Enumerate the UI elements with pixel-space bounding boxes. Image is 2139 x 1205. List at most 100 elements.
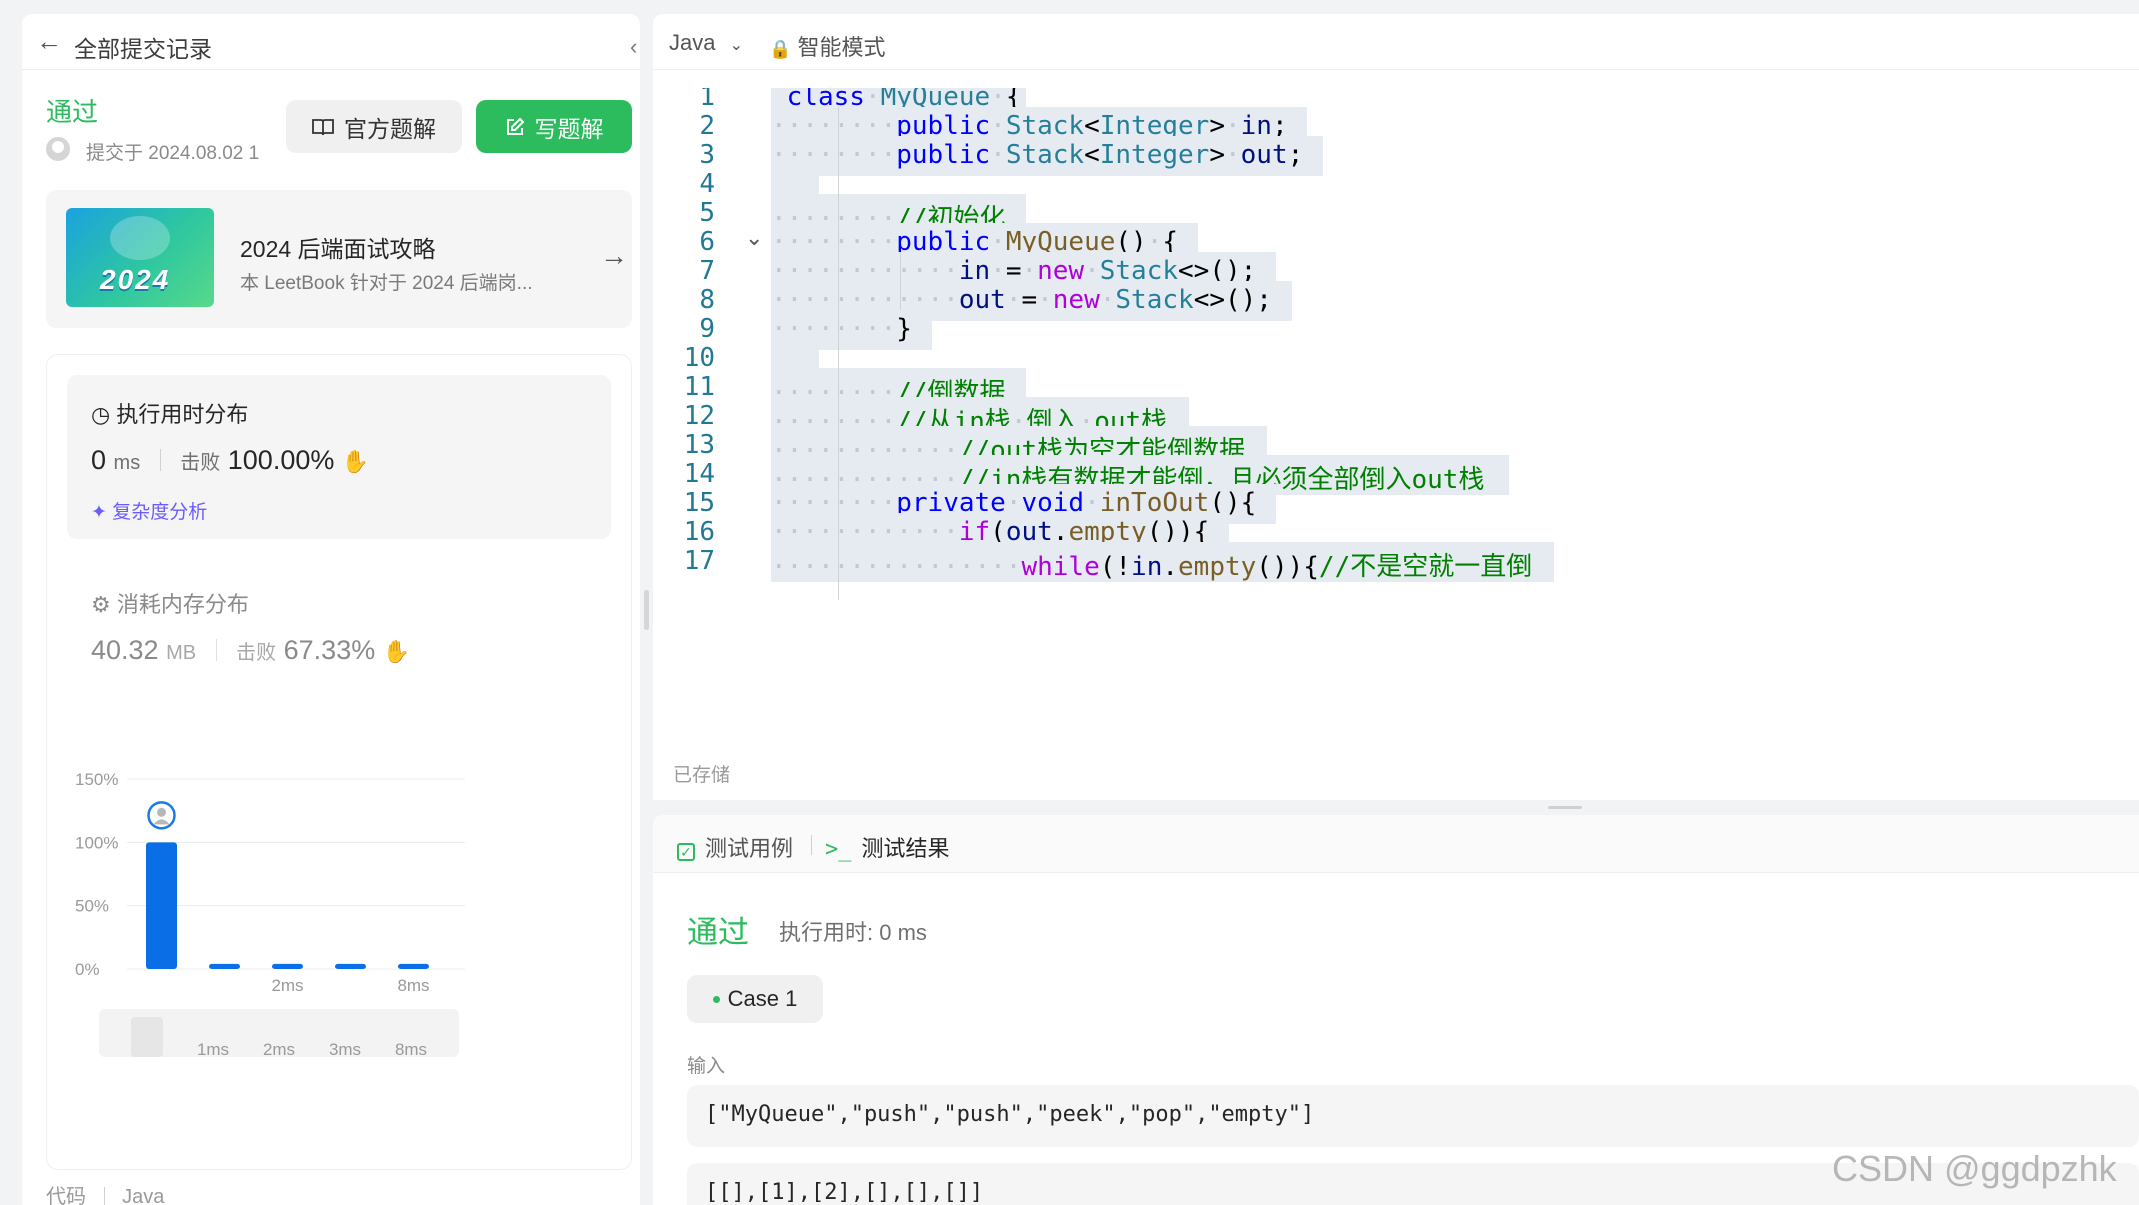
chart-bar <box>335 963 366 969</box>
tab-test-results[interactable]: >_ 测试结果 <box>825 831 950 863</box>
official-solution-label: 官方题解 <box>344 115 436 142</box>
code-label: 代码 <box>46 1186 86 1205</box>
result-tabs: ✓ 测试用例 >_ 测试结果 <box>653 815 2139 873</box>
tab-test-results-label: 测试结果 <box>861 836 950 861</box>
code-area[interactable]: 1 class·MyQueue·{2 ········public·Stack<I… <box>653 88 2139 742</box>
official-solution-button[interactable]: 官方题解 <box>286 100 462 153</box>
clap-icon: ✋ <box>341 449 370 474</box>
watermark: CSDN @ggdpzhk <box>1832 1148 2117 1189</box>
overview-tick-label: 2ms <box>263 1040 295 1059</box>
avatar <box>46 137 70 161</box>
avatar-head <box>157 807 166 817</box>
chart-bar <box>209 963 240 969</box>
indent-guide <box>900 252 902 310</box>
runtime-beat-label: 击败 <box>180 452 221 474</box>
code-line[interactable]: 17 ················while(!in.empty()){//不… <box>653 542 2139 582</box>
result-runtime: 执行用时: 0 ms <box>779 920 927 945</box>
clap-icon: ✋ <box>382 639 411 664</box>
test-result-panel: ✓ 测试用例 >_ 测试结果 通过 执行用时: 0 ms Case 1 输入 ["M… <box>653 815 2139 1205</box>
x-tick-label: 8ms <box>397 976 429 995</box>
code-lang-label: Java <box>122 1186 165 1205</box>
write-solution-button[interactable]: 写题解 <box>476 100 632 153</box>
code-editor-panel: Java ⌄ 🔒 智能模式 1 class·MyQueue·{2 ········… <box>653 14 2139 800</box>
fold-chevron-icon[interactable]: ⌄ <box>745 225 763 251</box>
smart-mode-toggle[interactable]: 🔒 智能模式 <box>769 30 886 62</box>
complexity-label: 复杂度分析 <box>112 502 208 523</box>
runtime-distribution[interactable]: ◷ 执行用时分布 0 ms 击败 100.00% ✋ ✦ 复杂度分析 <box>67 375 611 539</box>
case-tab-1[interactable]: Case 1 <box>687 975 823 1023</box>
lock-icon: 🔒 <box>769 39 792 59</box>
horizontal-resize-handle[interactable] <box>1548 806 1582 809</box>
editor-toolbar: Java ⌄ 🔒 智能模式 <box>653 14 2139 70</box>
chart-bar <box>398 963 429 969</box>
chevron-down-icon: ⌄ <box>729 37 744 54</box>
input-value-line-2: [[],[1],[2],[],[],[]] <box>705 1180 984 1205</box>
tab-test-cases-label: 测试用例 <box>705 836 794 861</box>
memory-beat-pct: 67.33% <box>283 635 376 665</box>
memory-number: 40.32 <box>91 635 159 665</box>
submission-status: 通过 <box>46 97 99 127</box>
clock-icon: ◷ <box>91 402 111 427</box>
input-label: 输入 <box>687 1056 726 1077</box>
runtime-beat-pct: 100.00% <box>227 445 335 475</box>
complexity-analysis-link[interactable]: ✦ 复杂度分析 <box>91 497 207 524</box>
input-value-box: ["MyQueue","push","push","peek","pop","e… <box>687 1085 2139 1147</box>
sparkle-icon: ✦ <box>91 502 107 523</box>
memory-unit: MB <box>166 642 197 664</box>
tab-test-cases[interactable]: ✓ 测试用例 <box>677 831 793 863</box>
terminal-icon: >_ <box>825 837 852 862</box>
code-text: ················while(!in.empty()){//不是空… <box>771 552 1533 582</box>
pass-dot-icon <box>712 995 720 1003</box>
y-tick-label: 100% <box>75 833 118 852</box>
input-value-line-1: ["MyQueue","push","push","peek","pop","e… <box>705 1102 1315 1127</box>
language-label: Java <box>669 30 716 55</box>
vertical-resize-handle[interactable] <box>644 590 649 630</box>
all-submissions-title[interactable]: 全部提交记录 <box>74 30 212 64</box>
book-description: 本 LeetBook 针对于 2024 后端岗... <box>240 273 533 294</box>
arrow-right-icon: → <box>600 240 628 271</box>
memory-distribution[interactable]: ⚙ 消耗内存分布 <box>91 587 249 619</box>
chart-bar <box>146 842 177 969</box>
submission-header: ← 全部提交记录 ‹ <box>22 14 640 70</box>
back-arrow-icon[interactable]: ← <box>36 26 62 57</box>
submitted-time: 提交于 2024.08.02 1 <box>86 143 260 164</box>
collapse-icon[interactable]: ‹ <box>630 34 637 60</box>
y-tick-label: 0% <box>75 960 100 979</box>
submission-panel: ← 全部提交记录 ‹ 通过 提交于 2024.08.02 1 官方题解 写题解 … <box>22 14 640 1205</box>
runtime-title: ◷ 执行用时分布 <box>91 397 248 429</box>
memory-title-text: 消耗内存分布 <box>116 592 249 617</box>
overview-tick-label: 1ms <box>197 1040 229 1059</box>
chart-overview-handle <box>131 1017 163 1057</box>
edit-icon <box>506 117 524 135</box>
book-open-icon <box>312 118 334 135</box>
case-label: Case 1 <box>727 986 798 1011</box>
memory-beat-label: 击败 <box>236 642 277 664</box>
runtime-chart: 150% 100% 50% 0% 2ms 8ms 1ms 2ms 3ms 8ms <box>75 770 465 1059</box>
saved-status: 已存储 <box>673 765 731 786</box>
chart-bar <box>272 963 303 969</box>
memory-value: 40.32 MB 击败 67.33% ✋ <box>91 635 410 666</box>
smart-mode-label: 智能模式 <box>797 35 886 60</box>
x-tick-label: 2ms <box>271 976 303 995</box>
result-status: 通过 <box>687 915 749 950</box>
leetbook-card[interactable]: 2024 2024 后端面试攻略 本 LeetBook 针对于 2024 后端岗… <box>46 190 632 328</box>
line-number: 17 <box>683 546 715 576</box>
language-select[interactable]: Java ⌄ <box>669 30 743 56</box>
book-cover-image: 2024 <box>66 208 214 307</box>
indent-guide <box>837 107 839 600</box>
code-section-label: 代码 Java <box>46 1180 164 1205</box>
runtime-value: 0 ms 击败 100.00% ✋ <box>91 445 369 476</box>
runtime-title-text: 执行用时分布 <box>116 402 249 427</box>
y-tick-label: 50% <box>75 897 109 916</box>
stats-card: ◷ 执行用时分布 0 ms 击败 100.00% ✋ ✦ 复杂度分析 ⚙ 消耗内… <box>46 354 632 1170</box>
book-cover-year: 2024 <box>100 264 171 295</box>
runtime-unit: ms <box>113 452 141 474</box>
write-solution-label: 写题解 <box>534 115 604 142</box>
book-title: 2024 后端面试攻略 <box>240 236 436 262</box>
runtime-number: 0 <box>91 445 107 475</box>
y-tick-label: 150% <box>75 770 118 789</box>
overview-tick-label: 3ms <box>329 1040 361 1059</box>
overview-tick-label: 8ms <box>395 1040 427 1059</box>
checkbox-icon: ✓ <box>677 843 695 861</box>
chip-icon: ⚙ <box>91 592 111 617</box>
